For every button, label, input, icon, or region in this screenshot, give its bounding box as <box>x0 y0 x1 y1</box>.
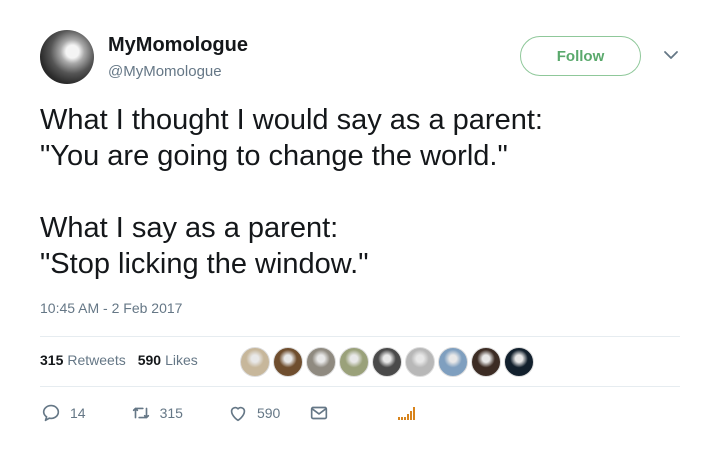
tweet-line-2: "You are going to change the world." <box>40 140 508 172</box>
liked-by-avatar-9[interactable] <box>504 347 534 377</box>
liked-by-avatar-1[interactable] <box>240 347 270 377</box>
retweet-button[interactable]: 315 <box>130 402 183 424</box>
retweets-count: 315 <box>40 352 64 368</box>
tweet-actions: 14 315 590 <box>40 402 416 424</box>
retweet-icon <box>132 407 149 419</box>
likes-label: Likes <box>165 352 198 368</box>
tweet-text: What I thought I would say as a parent: … <box>40 102 690 282</box>
divider-top <box>40 336 680 337</box>
tweet-timestamp[interactable]: 10:45 AM - 2 Feb 2017 <box>40 300 182 316</box>
tweet-spacer <box>40 174 690 210</box>
author-avatar[interactable] <box>40 30 94 84</box>
chevron-down-icon[interactable] <box>663 49 679 61</box>
liked-by-avatar-6[interactable] <box>405 347 435 377</box>
liked-by-avatar-3[interactable] <box>306 347 336 377</box>
analytics-icon <box>398 406 416 420</box>
tweet-line-1: What I thought I would say as a parent: <box>40 104 543 136</box>
follow-button[interactable]: Follow <box>520 36 641 76</box>
liked-by-avatars <box>240 347 534 377</box>
liked-by-avatar-5[interactable] <box>372 347 402 377</box>
tweet-line-4: "Stop licking the window." <box>40 248 369 280</box>
retweet-count: 315 <box>159 405 183 421</box>
tweet-line-3: What I say as a parent: <box>40 212 339 244</box>
liked-by-avatar-8[interactable] <box>471 347 501 377</box>
reply-count: 14 <box>70 405 86 421</box>
likes-stat[interactable]: 590 Likes <box>138 352 198 368</box>
direct-message-button[interactable] <box>308 402 330 424</box>
divider-bottom <box>40 386 680 387</box>
analytics-button[interactable] <box>398 406 416 420</box>
heart-icon <box>230 406 246 422</box>
like-button[interactable]: 590 <box>227 402 280 424</box>
tweet-stats: 315 Retweets 590 Likes <box>40 352 198 368</box>
author-handle[interactable]: @MyMomologue <box>108 63 222 80</box>
likes-count: 590 <box>137 352 162 368</box>
liked-by-avatar-4[interactable] <box>339 347 369 377</box>
reply-icon <box>42 404 60 422</box>
reply-button[interactable]: 14 <box>40 402 86 424</box>
author-name[interactable]: MyMomologue <box>108 34 248 57</box>
mail-icon <box>311 406 328 420</box>
liked-by-avatar-2[interactable] <box>273 347 303 377</box>
retweets-label: Retweets <box>67 352 126 368</box>
like-count: 590 <box>256 405 281 421</box>
liked-by-avatar-7[interactable] <box>438 347 468 377</box>
retweets-stat[interactable]: 315 Retweets <box>40 352 126 368</box>
